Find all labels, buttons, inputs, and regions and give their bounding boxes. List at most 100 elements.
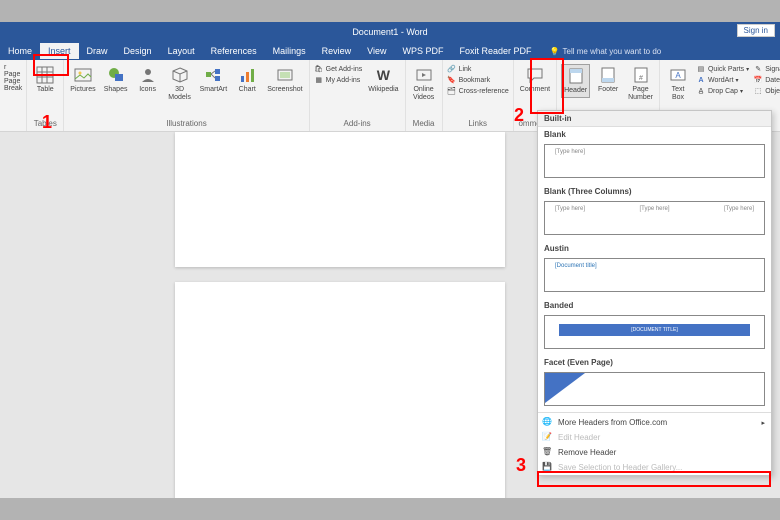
table-button[interactable]: Table	[31, 64, 59, 96]
doc-title: Document1 - Word	[352, 27, 427, 37]
icons-icon	[139, 66, 157, 84]
textbox-icon: A	[669, 66, 687, 84]
drop-cap[interactable]: A̲Drop Cap▾	[696, 86, 749, 96]
quickparts-icon: ▤	[696, 64, 706, 74]
blank-page[interactable]: Page	[4, 78, 20, 85]
document-page-1[interactable]	[175, 132, 505, 267]
smartart-icon	[204, 66, 222, 84]
shapes-button[interactable]: Shapes	[102, 64, 130, 96]
online-video-button[interactable]: Online Videos	[410, 64, 438, 103]
section-facet: Facet (Even Page)	[538, 355, 771, 370]
save-selection[interactable]: 💾Save Selection to Header Gallery...	[538, 460, 771, 475]
table-icon	[36, 66, 54, 84]
preview-blank[interactable]: [Type here]	[544, 144, 765, 178]
textbox-button[interactable]: AText Box	[664, 64, 692, 103]
cube-icon	[171, 66, 189, 84]
preview-banded[interactable]: [DOCUMENT TITLE]	[544, 315, 765, 349]
my-addins[interactable]: ▦My Add-ins	[314, 75, 363, 85]
comment-icon	[526, 66, 544, 84]
3dmodels-button[interactable]: 3D Models	[166, 64, 194, 103]
section-austin: Austin	[538, 241, 771, 256]
edit-icon: 📝	[542, 432, 553, 443]
smartart-button[interactable]: SmartArt	[198, 64, 230, 96]
tab-draw[interactable]: Draw	[79, 43, 116, 59]
screenshot-button[interactable]: Screenshot	[265, 64, 304, 96]
signin-button[interactable]: Sign in	[737, 24, 775, 37]
icons-button[interactable]: Icons	[134, 64, 162, 96]
link-icon: 🔗	[447, 64, 457, 74]
comment-button[interactable]: Comment	[518, 64, 552, 96]
quick-parts[interactable]: ▤Quick Parts▾	[696, 64, 749, 74]
wordart[interactable]: AWordArt▾	[696, 75, 749, 85]
bookmark-button[interactable]: 🔖Bookmark	[447, 75, 509, 85]
store-icon: 🛍	[314, 64, 324, 74]
wikipedia-button[interactable]: WWikipedia	[366, 64, 400, 96]
dropdown-head: Built-in	[538, 111, 771, 127]
cover-page[interactable]: r Page	[4, 64, 22, 78]
annotation-2: 2	[514, 105, 524, 126]
pictures-icon	[74, 66, 92, 84]
header-button[interactable]: Header	[561, 64, 590, 98]
dropcap-icon: A̲	[696, 86, 706, 96]
tab-wpspdf[interactable]: WPS PDF	[395, 43, 452, 59]
cross-ref-button[interactable]: 🗂Cross-reference	[447, 86, 509, 96]
get-addins[interactable]: 🛍Get Add-ins	[314, 64, 363, 74]
titlebar: Document1 - Word Sign in	[0, 22, 780, 42]
pagenum-icon: #	[632, 66, 650, 84]
link-button[interactable]: 🔗Link	[447, 64, 509, 74]
tab-review[interactable]: Review	[314, 43, 360, 59]
tab-design[interactable]: Design	[116, 43, 160, 59]
annotation-3: 3	[516, 455, 526, 476]
tab-view[interactable]: View	[359, 43, 394, 59]
section-banded: Banded	[538, 298, 771, 313]
facet-triangle	[545, 373, 585, 403]
tab-foxit[interactable]: Foxit Reader PDF	[452, 43, 540, 59]
section-three: Blank (Three Columns)	[538, 184, 771, 199]
shapes-icon	[107, 66, 125, 84]
date-time[interactable]: 📅Date & Time	[753, 75, 780, 85]
tab-mailings[interactable]: Mailings	[265, 43, 314, 59]
svg-text:A: A	[675, 71, 681, 80]
more-headers[interactable]: 🌐More Headers from Office.com▸	[538, 415, 771, 430]
chart-icon	[238, 66, 256, 84]
preview-facet[interactable]	[544, 372, 765, 406]
datetime-icon: 📅	[753, 75, 763, 85]
wikipedia-icon: W	[374, 66, 392, 84]
footer-icon	[599, 66, 617, 84]
pictures-button[interactable]: Pictures	[68, 64, 97, 96]
preview-austin[interactable]: [Document title]	[544, 258, 765, 292]
remove-icon: 🗑	[542, 447, 553, 458]
svg-text:#: #	[639, 75, 643, 82]
tab-references[interactable]: References	[203, 43, 265, 59]
addins-icon: ▦	[314, 75, 324, 85]
crossref-icon: 🗂	[447, 86, 457, 96]
remove-header[interactable]: 🗑Remove Header	[538, 445, 771, 460]
screenshot-icon	[276, 66, 294, 84]
ribbon-tabs: Home Insert Draw Design Layout Reference…	[0, 42, 780, 60]
page-break[interactable]: Break	[4, 85, 22, 92]
document-page-2[interactable]	[175, 282, 505, 498]
tell-me[interactable]: 💡 Tell me what you want to do	[550, 47, 662, 56]
tab-layout[interactable]: Layout	[160, 43, 203, 59]
page-number-button[interactable]: #Page Number	[626, 64, 655, 103]
save-icon: 💾	[542, 462, 553, 473]
chart-button[interactable]: Chart	[233, 64, 261, 96]
preview-three[interactable]: [Type here][Type here][Type here]	[544, 201, 765, 235]
chevron-right-icon: ▸	[761, 419, 765, 427]
object[interactable]: ⬚Object▾	[753, 86, 780, 96]
wordart-icon: A	[696, 75, 706, 85]
annotation-1: 1	[42, 112, 52, 133]
header-icon	[567, 67, 585, 85]
tab-insert[interactable]: Insert	[40, 43, 79, 59]
object-icon: ⬚	[753, 86, 763, 96]
section-blank: Blank	[538, 127, 771, 142]
header-dropdown: Built-in Blank [Type here] Blank (Three …	[537, 110, 772, 476]
footer-button[interactable]: Footer	[594, 64, 622, 96]
signature-line[interactable]: ✎Signature Line▾	[753, 64, 780, 74]
office-icon: 🌐	[542, 417, 553, 428]
tab-home[interactable]: Home	[0, 43, 40, 59]
edit-header[interactable]: 📝Edit Header	[538, 430, 771, 445]
signature-icon: ✎	[753, 64, 763, 74]
video-icon	[415, 66, 433, 84]
bulb-icon: 💡	[550, 47, 560, 56]
